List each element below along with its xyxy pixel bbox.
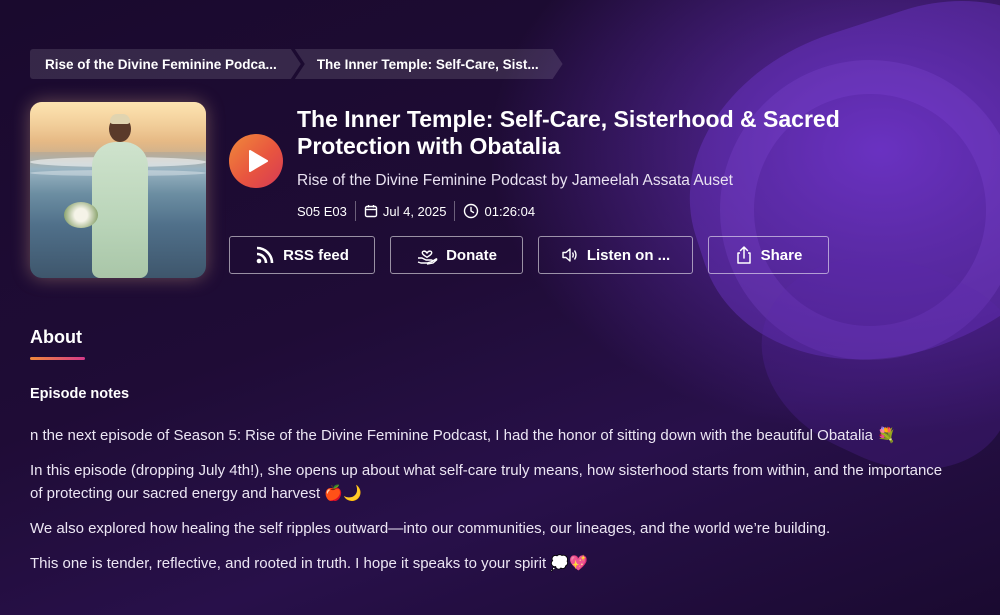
- listen-on-button[interactable]: Listen on ...: [538, 236, 693, 274]
- active-tab-indicator: [30, 357, 85, 360]
- rss-feed-label: RSS feed: [283, 246, 349, 264]
- listen-on-label: Listen on ...: [586, 246, 671, 264]
- episode-title: The Inner Temple: Self-Care, Sisterhood …: [297, 106, 840, 159]
- background-decoration: [720, 60, 1000, 360]
- speaker-icon: [562, 248, 577, 262]
- rss-icon: [256, 246, 274, 264]
- publish-date: Jul 4, 2025: [382, 203, 447, 219]
- season-episode-label: S05 E03: [297, 203, 347, 219]
- donate-hand-heart-icon: [417, 250, 438, 265]
- notes-paragraph: We also explored how healing the self ri…: [30, 520, 831, 537]
- clock-icon: [464, 203, 479, 219]
- tab-about[interactable]: About: [30, 327, 82, 348]
- breadcrumb: Rise of the Divine Feminine Podca... The…: [30, 49, 563, 79]
- episode-page: Rise of the Divine Feminine Podca... The…: [0, 0, 1000, 615]
- share-icon: [736, 246, 751, 264]
- episode-notes: n the next episode of Season 5: Rise of …: [30, 424, 950, 587]
- play-icon: [249, 150, 268, 172]
- divider: [454, 201, 456, 221]
- calendar-icon: [364, 205, 378, 218]
- rss-feed-button[interactable]: RSS feed: [229, 236, 375, 274]
- podcast-cover-image: [30, 102, 206, 278]
- notes-paragraph: n the next episode of Season 5: Rise of …: [30, 427, 896, 444]
- episode-meta: S05 E03 Jul 4, 2025 01:26:04: [297, 200, 535, 222]
- background-decoration: [649, 0, 1000, 407]
- episode-notes-heading: Episode notes: [30, 386, 130, 402]
- share-button[interactable]: Share: [708, 236, 829, 274]
- breadcrumb-show-link[interactable]: Rise of the Divine Feminine Podca...: [30, 49, 301, 79]
- notes-paragraph: This one is tender, reflective, and root…: [30, 555, 588, 572]
- divider: [354, 201, 356, 221]
- notes-paragraph: In this episode (dropping July 4th!), sh…: [30, 462, 943, 502]
- share-label: Share: [760, 246, 803, 264]
- show-name-link[interactable]: Rise of the Divine Feminine Podcast by J…: [297, 172, 733, 190]
- play-button[interactable]: [229, 134, 283, 188]
- donate-label: Donate: [446, 246, 497, 264]
- episode-duration: 01:26:04: [484, 203, 536, 219]
- breadcrumb-episode-current[interactable]: The Inner Temple: Self-Care, Sist...: [295, 49, 563, 79]
- donate-button[interactable]: Donate: [390, 236, 523, 274]
- episode-actions: RSS feed Donate Listen on ... Share: [229, 236, 829, 274]
